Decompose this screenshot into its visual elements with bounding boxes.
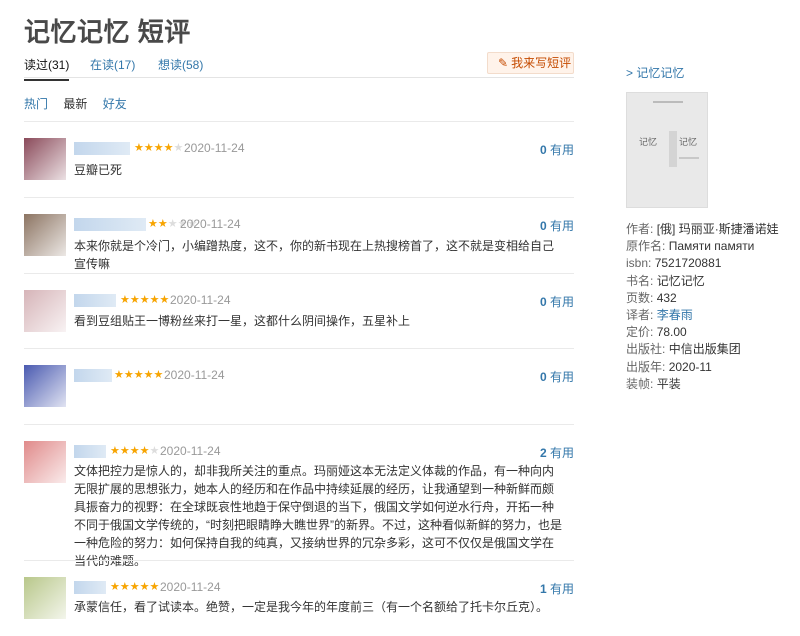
divider <box>24 348 574 349</box>
useful-button[interactable]: 1 有用 <box>540 580 574 597</box>
star-icon: ★ <box>139 294 150 306</box>
star-icon: ★ <box>139 445 150 457</box>
divider <box>24 273 574 274</box>
star-rating: ★★★★★ <box>114 368 163 381</box>
star-icon: ★ <box>134 142 144 154</box>
star-icon: ★ <box>159 294 170 306</box>
star-icon: ★ <box>149 581 160 593</box>
star-icon: ★ <box>153 369 164 381</box>
cover-title-right: 记忆 <box>679 138 698 148</box>
star-icon: ★ <box>110 445 120 457</box>
comment-text: 豆瓣已死 <box>74 163 123 177</box>
star-icon: ★ <box>110 581 120 593</box>
sort-options: 热门 最新 好友 <box>24 95 139 112</box>
book-info: 作者: [俄] 玛丽亚·斯捷潘诺娃 原作名: Памяти памяти isb… <box>626 221 779 393</box>
star-rating: ★★★★★ <box>120 293 169 306</box>
comment-date: 2020-11-24 <box>184 141 245 155</box>
star-icon: ★ <box>123 369 134 381</box>
avatar[interactable] <box>24 138 66 180</box>
divider <box>24 121 574 122</box>
info-row: 页数: 432 <box>626 290 677 305</box>
divider <box>24 424 574 425</box>
star-icon: ★ <box>129 294 140 306</box>
star-rating: ★★★★★ <box>110 444 159 457</box>
star-icon: ★ <box>114 369 124 381</box>
username[interactable] <box>74 294 116 307</box>
comment-text: 本来你就是个冷门，小编蹭热度，这不，你的新书现在上热搜榜首了，这不就是变相给自己… <box>74 239 555 271</box>
avatar[interactable] <box>24 290 66 332</box>
star-icon: ★ <box>129 581 140 593</box>
star-icon: ★ <box>120 294 130 306</box>
cover-figure <box>669 131 677 167</box>
comment-date: 2020-11-24 <box>180 217 241 231</box>
avatar[interactable] <box>24 441 66 483</box>
star-icon: ★ <box>119 445 130 457</box>
star-rating: ★★★★★ <box>134 141 183 154</box>
star-icon: ★ <box>129 445 140 457</box>
comment-text: 看到豆组贴王一博粉丝来打一星，这都什么阴间操作，五星补上 <box>74 314 411 328</box>
divider <box>24 560 574 561</box>
star-icon: ★ <box>148 218 158 230</box>
cover-decoration <box>653 101 683 103</box>
star-icon: ★ <box>149 445 160 457</box>
star-icon: ★ <box>149 294 160 306</box>
useful-button[interactable]: 0 有用 <box>540 368 574 385</box>
useful-button[interactable]: 0 有用 <box>540 141 574 158</box>
tab-read[interactable]: 读过(31) <box>24 56 70 81</box>
useful-button[interactable]: 0 有用 <box>540 217 574 234</box>
write-review-button[interactable]: ✎ 我来写短评 <box>487 52 574 74</box>
tab-want-to-read[interactable]: 想读(58) <box>158 56 203 73</box>
write-review-label: 我来写短评 <box>511 56 572 70</box>
useful-button[interactable]: 2 有用 <box>540 444 574 461</box>
star-icon: ★ <box>153 142 164 154</box>
info-row: 书名: 记忆记忆 <box>626 273 705 288</box>
useful-button[interactable]: 0 有用 <box>540 293 574 310</box>
cover-decoration <box>679 157 699 159</box>
username[interactable] <box>74 142 130 155</box>
comment-date: 2020-11-24 <box>160 444 221 458</box>
star-icon: ★ <box>139 581 150 593</box>
username[interactable] <box>74 218 146 231</box>
sort-latest[interactable]: 最新 <box>63 97 87 111</box>
info-row: 装帧: 平装 <box>626 376 681 391</box>
avatar[interactable] <box>24 365 66 407</box>
info-row: 出版年: 2020-11 <box>626 359 712 374</box>
tab-reading[interactable]: 在读(17) <box>90 56 135 73</box>
avatar[interactable] <box>24 214 66 256</box>
divider <box>24 197 574 198</box>
comment-date: 2020-11-24 <box>160 580 221 594</box>
cover-title-left: 记忆 <box>639 138 658 148</box>
book-link[interactable]: > 记忆记忆 <box>626 64 684 81</box>
sort-friends[interactable]: 好友 <box>103 97 127 111</box>
page-title: 记忆记忆 短评 <box>24 17 191 47</box>
info-row: 译者: 李春雨 <box>626 308 693 323</box>
star-icon: ★ <box>167 218 178 230</box>
star-icon: ★ <box>143 369 154 381</box>
username[interactable] <box>74 369 112 382</box>
info-row: isbn: 7521720881 <box>626 256 722 271</box>
info-row: 出版社: 中信出版集团 <box>626 342 741 357</box>
comment-text: 文体把控力是惊人的，却非我所关注的重点。玛丽娅这本无法定义体裁的作品，有一种向内… <box>74 464 562 568</box>
info-row: 作者: [俄] 玛丽亚·斯捷潘诺娃 <box>626 222 779 236</box>
star-icon: ★ <box>143 142 154 154</box>
star-rating: ★★★★★ <box>110 580 159 593</box>
star-icon: ★ <box>163 142 174 154</box>
comment-date: 2020-11-24 <box>170 293 231 307</box>
star-icon: ★ <box>157 218 168 230</box>
comment-text: 承蒙信任，看了试读本。绝赞，一定是我今年的年度前三（有一个名额给了托卡尔丘克）。 <box>74 600 549 614</box>
star-icon: ★ <box>173 142 184 154</box>
star-icon: ★ <box>133 369 144 381</box>
username[interactable] <box>74 445 106 458</box>
avatar[interactable] <box>24 577 66 619</box>
translator-link[interactable]: 李春雨 <box>657 308 693 322</box>
pencil-icon: ✎ <box>498 56 509 70</box>
info-row: 原作名: Памяти памяти <box>626 239 755 254</box>
star-icon: ★ <box>119 581 130 593</box>
comment-date: 2020-11-24 <box>164 368 225 382</box>
username[interactable] <box>74 581 106 594</box>
sort-hot[interactable]: 热门 <box>24 97 48 111</box>
info-row: 定价: 78.00 <box>626 325 687 340</box>
book-cover[interactable]: 记忆 记忆 <box>626 92 708 208</box>
